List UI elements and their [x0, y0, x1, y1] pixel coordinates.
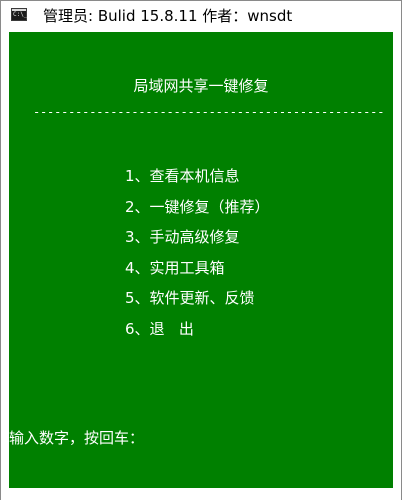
menu-item-update-feedback: 5、软件更新、反馈 — [125, 289, 255, 307]
title-bar[interactable]: C:\_ 管理员: Bulid 15.8.11 作者：wnsdt — □ ✕ — [1, 1, 401, 32]
console-icon-prompt: C:\_ — [13, 11, 28, 18]
console-menu: 1、查看本机信息 2、一键修复（推荐） 3、手动高级修复 4、实用工具箱 5、软… — [125, 166, 270, 349]
menu-item-toolbox: 4、实用工具箱 — [125, 258, 225, 277]
input-prompt[interactable]: 输入数字，按回车： — [9, 428, 144, 448]
menu-item-manual-advanced-repair: 3、手动高级修复 — [125, 228, 240, 246]
menu-item-exit: 6、退 出 — [125, 319, 194, 338]
menu-item-one-click-repair: 2、一键修复（推荐） — [125, 197, 270, 216]
window-title: 管理员: Bulid 15.8.11 作者：wnsdt — [43, 7, 293, 25]
menu-item-view-info: 1、查看本机信息 — [125, 167, 240, 185]
console-icon[interactable]: C:\_ — [11, 8, 27, 21]
console-divider: ----------------------------------------… — [33, 105, 385, 119]
console-window: C:\_ 管理员: Bulid 15.8.11 作者：wnsdt — □ ✕ 局… — [0, 0, 402, 500]
console-output[interactable]: 局域网共享一键修复 ------------------------------… — [9, 32, 393, 488]
window-bottom-border — [1, 488, 401, 500]
console-heading: 局域网共享一键修复 — [133, 77, 269, 95]
